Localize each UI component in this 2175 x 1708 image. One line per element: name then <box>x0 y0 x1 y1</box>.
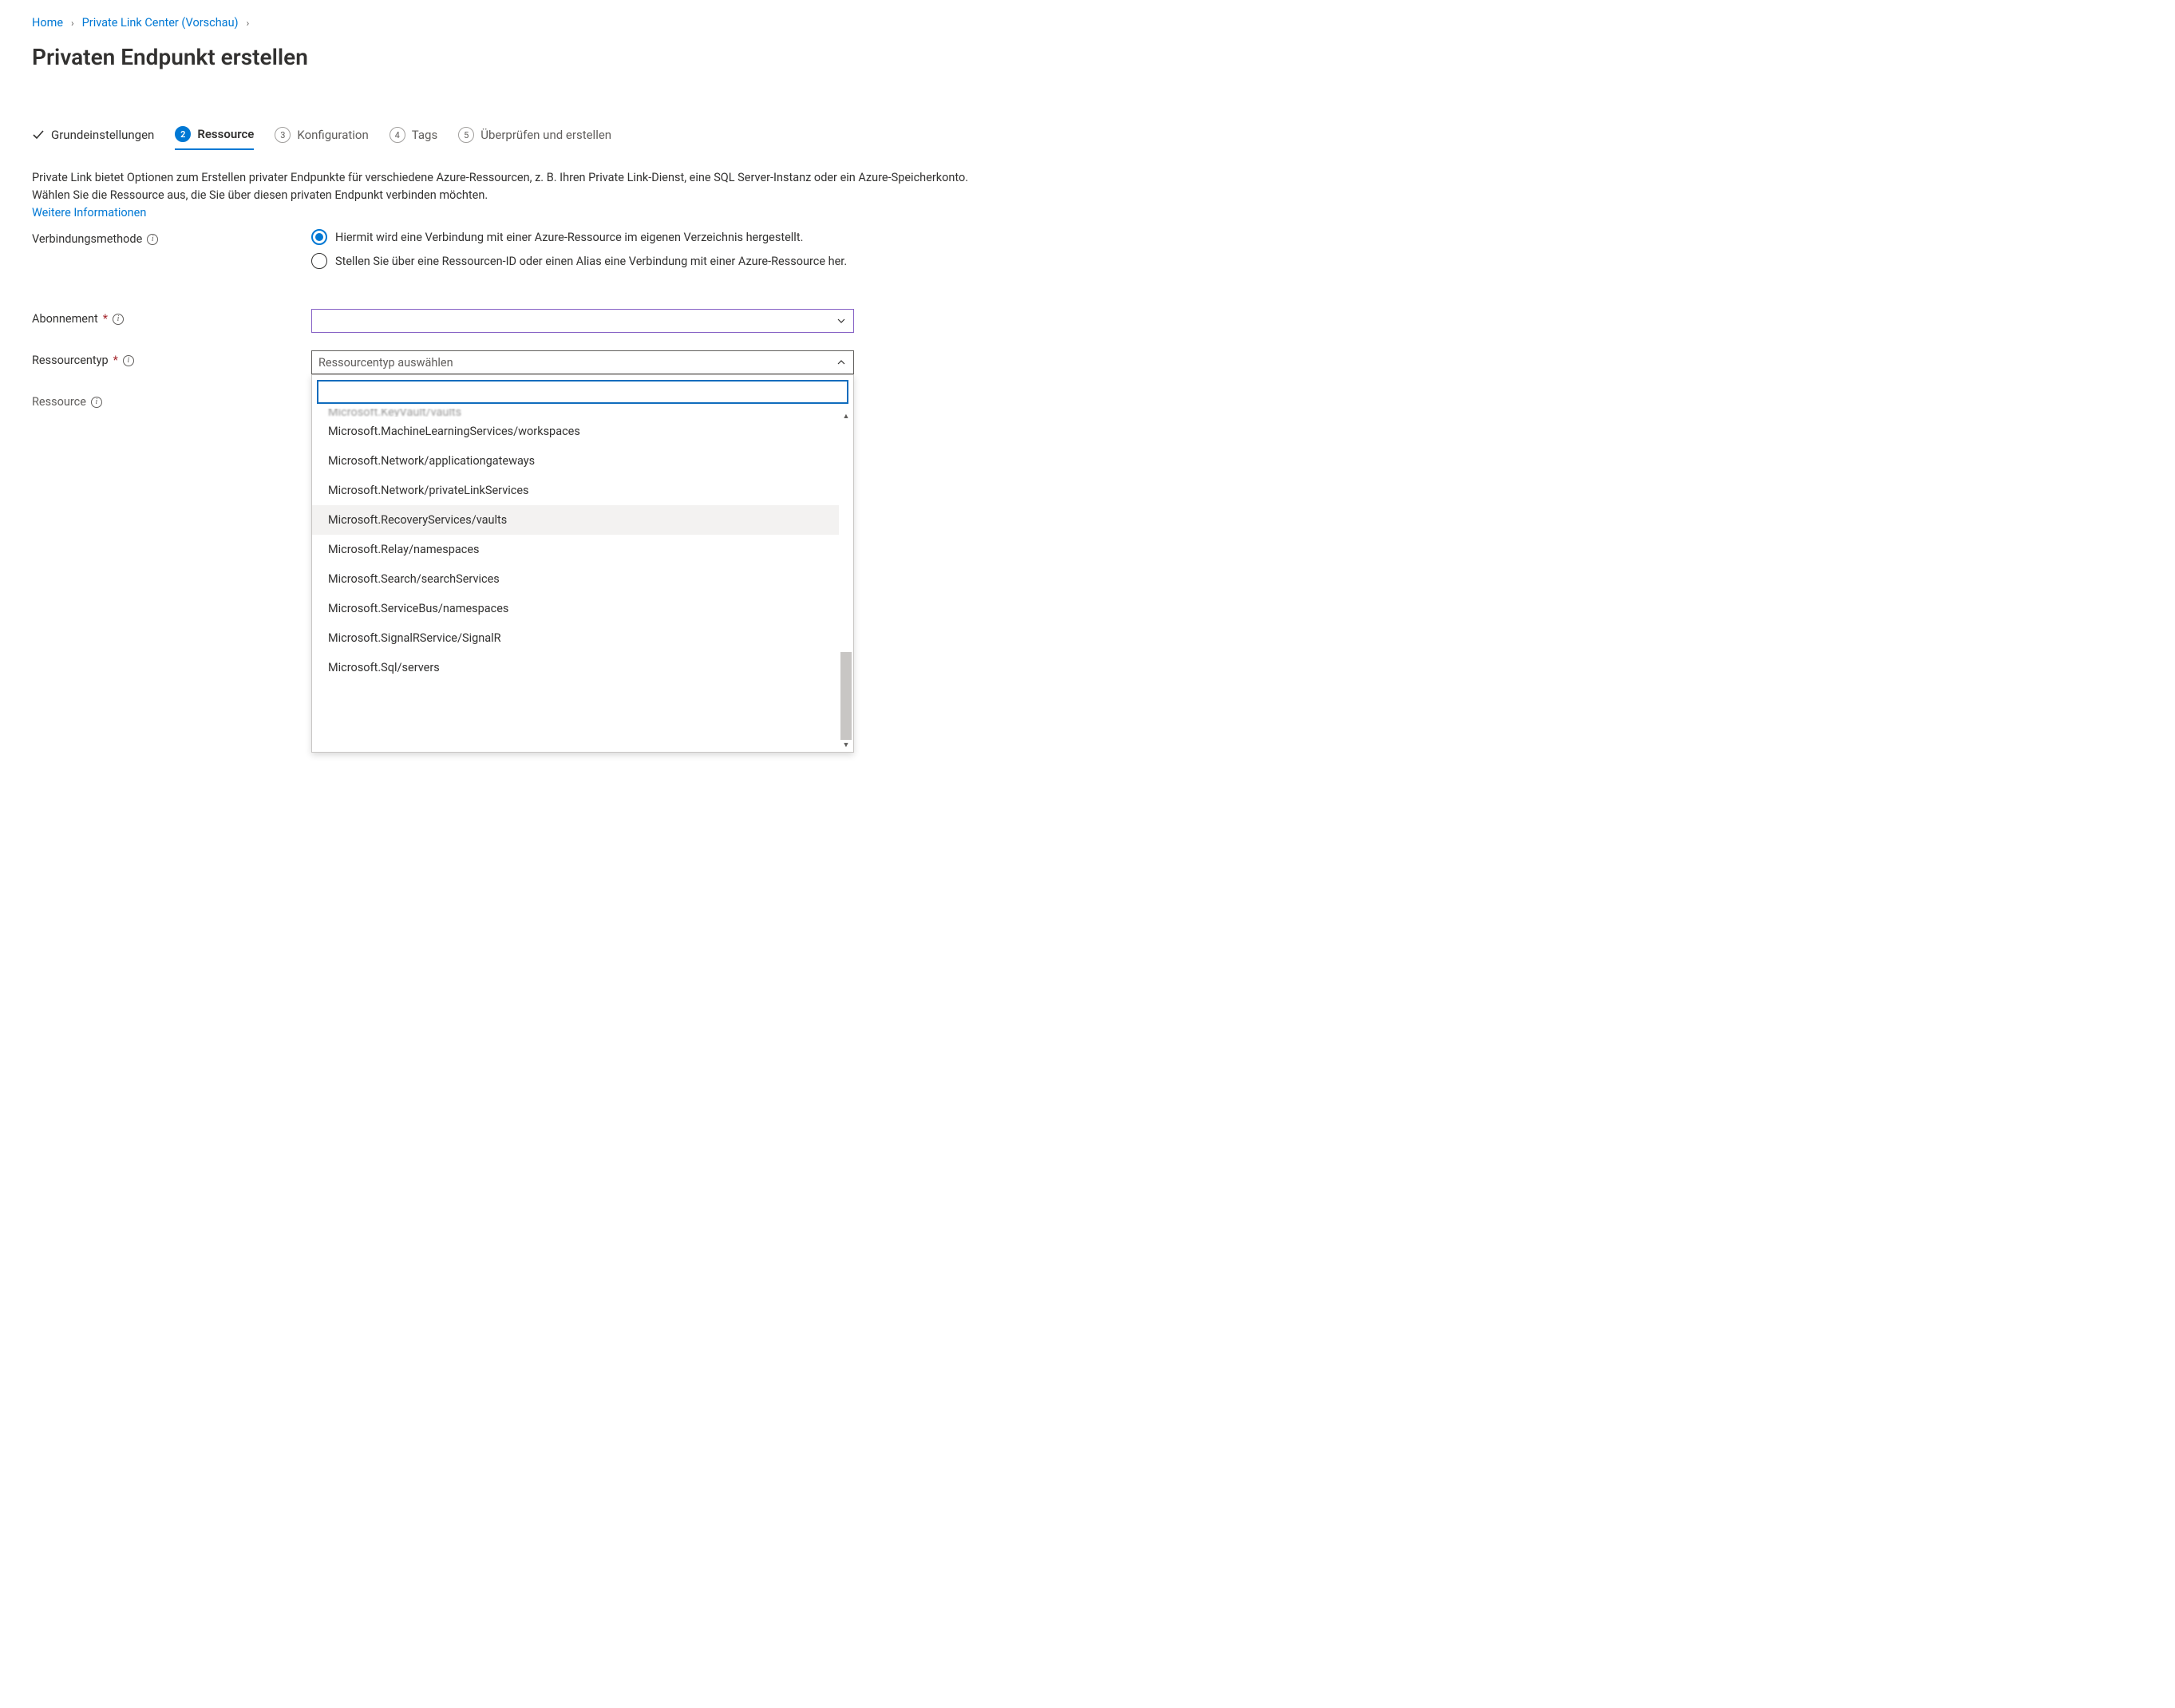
checkmark-icon <box>32 128 45 141</box>
breadcrumb-home[interactable]: Home <box>32 16 63 30</box>
label-connection-method: Verbindungsmethode i <box>32 229 311 246</box>
tab-tags[interactable]: 4 Tags <box>390 127 437 149</box>
radio-own-directory[interactable]: Hiermit wird eine Verbindung mit einer A… <box>311 229 854 245</box>
step-number: 4 <box>390 127 405 143</box>
chevron-right-icon: › <box>247 18 250 29</box>
list-item[interactable]: Microsoft.Sql/servers <box>312 653 853 682</box>
info-icon[interactable]: i <box>147 234 158 245</box>
info-icon[interactable]: i <box>123 355 134 366</box>
scrollbar[interactable]: ▲ ▼ <box>839 409 853 752</box>
scrollbar-thumb[interactable] <box>840 652 852 740</box>
radio-icon <box>311 229 327 245</box>
list-item[interactable]: Microsoft.Search/searchServices <box>312 564 853 594</box>
chevron-down-icon <box>836 315 847 326</box>
list-item[interactable]: Microsoft.RecoveryServices/vaults <box>312 505 853 535</box>
breadcrumb: Home › Private Link Center (Vorschau) › <box>32 16 2143 30</box>
tab-configuration[interactable]: 3 Konfiguration <box>275 127 368 149</box>
list-item[interactable]: Microsoft.KeyVault/vaults <box>312 409 853 417</box>
resource-type-dropdown: Microsoft.KeyVault/vaults Microsoft.Mach… <box>311 374 854 753</box>
dropdown-search-input[interactable] <box>317 380 848 404</box>
tab-review[interactable]: 5 Überprüfen und erstellen <box>458 127 611 149</box>
resource-type-select[interactable]: Ressourcentyp auswählen <box>311 350 854 374</box>
list-item[interactable]: Microsoft.MachineLearningServices/worksp… <box>312 417 853 446</box>
select-placeholder: Ressourcentyp auswählen <box>318 356 453 370</box>
subscription-select[interactable] <box>311 309 854 333</box>
label-resource: Ressource i <box>32 392 311 409</box>
list-item[interactable]: Microsoft.SignalRService/SignalR <box>312 623 853 653</box>
info-icon[interactable]: i <box>91 397 102 408</box>
radio-by-resource-id[interactable]: Stellen Sie über eine Ressourcen-ID oder… <box>311 253 854 269</box>
tab-basics[interactable]: Grundeinstellungen <box>32 128 154 148</box>
info-icon[interactable]: i <box>113 314 124 325</box>
scroll-up-icon[interactable]: ▲ <box>839 409 853 423</box>
learn-more-link[interactable]: Weitere Informationen <box>32 206 146 219</box>
page-title: Privaten Endpunkt erstellen <box>32 44 2143 70</box>
tab-label: Tags <box>412 128 437 142</box>
breadcrumb-private-link-center[interactable]: Private Link Center (Vorschau) <box>82 16 239 30</box>
step-number: 2 <box>175 126 191 142</box>
tab-resource[interactable]: 2 Ressource <box>175 126 254 150</box>
label-subscription: Abonnement * i <box>32 309 311 326</box>
list-item[interactable]: Microsoft.Relay/namespaces <box>312 535 853 564</box>
chevron-up-icon <box>836 357 847 368</box>
list-item[interactable]: Microsoft.Network/privateLinkServices <box>312 476 853 505</box>
connection-method-radios: Hiermit wird eine Verbindung mit einer A… <box>311 229 854 269</box>
tab-label: Überprüfen und erstellen <box>480 128 611 142</box>
scroll-down-icon[interactable]: ▼ <box>839 737 853 752</box>
step-number: 5 <box>458 127 474 143</box>
dropdown-list[interactable]: Microsoft.KeyVault/vaults Microsoft.Mach… <box>312 409 853 752</box>
radio-label: Hiermit wird eine Verbindung mit einer A… <box>335 231 803 244</box>
label-resource-type: Ressourcentyp * i <box>32 350 311 367</box>
list-item[interactable]: Microsoft.ServiceBus/namespaces <box>312 594 853 623</box>
radio-label: Stellen Sie über eine Ressourcen-ID oder… <box>335 255 847 268</box>
step-number: 3 <box>275 127 291 143</box>
tab-label: Konfiguration <box>297 128 368 142</box>
wizard-tabs: Grundeinstellungen 2 Ressource 3 Konfigu… <box>32 126 2143 150</box>
chevron-right-icon: › <box>71 18 74 29</box>
tab-label: Ressource <box>197 127 254 141</box>
tab-label: Grundeinstellungen <box>51 128 154 142</box>
list-item[interactable]: Microsoft.Network/applicationgateways <box>312 446 853 476</box>
intro-text: Private Link bietet Optionen zum Erstell… <box>32 169 990 221</box>
radio-icon <box>311 253 327 269</box>
